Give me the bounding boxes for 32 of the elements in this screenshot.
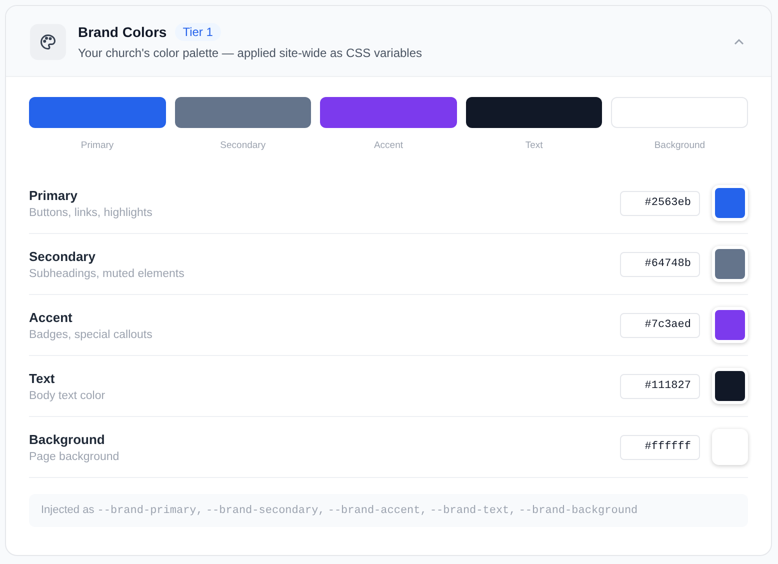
hex-input[interactable]: #7c3aed (620, 312, 700, 338)
chevron-icon (733, 38, 745, 46)
swatch-label: Accent (372, 140, 404, 151)
hex-input[interactable]: #64748b (620, 252, 700, 276)
hex-input[interactable]: #111827 (620, 374, 700, 398)
palette-icon (30, 24, 66, 60)
hex-input[interactable]: #2563eb (620, 190, 700, 216)
color-picker[interactable] (712, 246, 748, 282)
swatch-label: Text (524, 140, 544, 151)
swatch-label: Background (653, 140, 706, 151)
swatch-label: Secondary (219, 140, 267, 151)
color-name: Background (29, 432, 106, 446)
tier-badge: Tier 1 (174, 23, 221, 41)
color-description: Page background (29, 450, 120, 462)
hex-input[interactable]: #ffffff (620, 434, 700, 460)
color-name: Secondary (29, 248, 96, 264)
color-picker[interactable] (712, 307, 748, 343)
color-description: Body text color (29, 390, 106, 402)
card-header[interactable]: Brand Colors Tier 1 Your church's color palette — applied site-wide as CSS variables (6, 6, 771, 77)
color-picker[interactable] (712, 185, 748, 221)
color-name: Accent (29, 310, 74, 324)
section-title: Brand Colors (78, 24, 167, 40)
swatch-label: Primary (80, 140, 115, 151)
color-name: Text (29, 370, 56, 386)
color-description: Buttons, links, highlights (29, 206, 154, 218)
color-picker[interactable] (712, 429, 748, 465)
color-description: Subheadings, muted elements (29, 268, 186, 280)
color-picker[interactable] (712, 368, 748, 404)
css-variables-note: Injected as --brand-primary, --brand-secondary, --brand-accent, --brand-text, --brand-background (29, 494, 748, 527)
color-description: Badges, special callouts (29, 328, 154, 340)
color-name: Primary (29, 188, 78, 202)
section-subtitle: Your church's color palette — applied site-wide as CSS variables (78, 46, 424, 60)
